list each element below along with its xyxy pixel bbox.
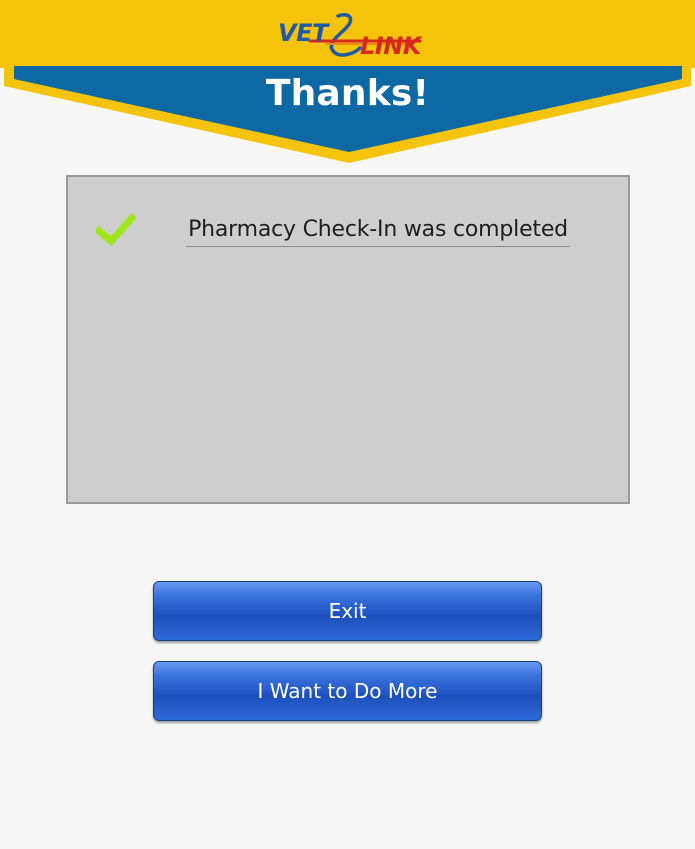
vet-link-logo: VET LINK bbox=[270, 8, 430, 64]
do-more-button[interactable]: I Want to Do More bbox=[153, 661, 542, 721]
exit-button[interactable]: Exit bbox=[153, 581, 542, 641]
logo-text-link: LINK bbox=[360, 32, 421, 60]
result-panel: Pharmacy Check-In was completed bbox=[66, 175, 630, 504]
logo-text-vet: VET bbox=[278, 19, 328, 47]
app-header: VET LINK Thanks! bbox=[0, 0, 695, 170]
result-message: Pharmacy Check-In was completed bbox=[186, 214, 570, 247]
checkmark-icon bbox=[94, 213, 137, 247]
page-title: Thanks! bbox=[265, 73, 430, 114]
